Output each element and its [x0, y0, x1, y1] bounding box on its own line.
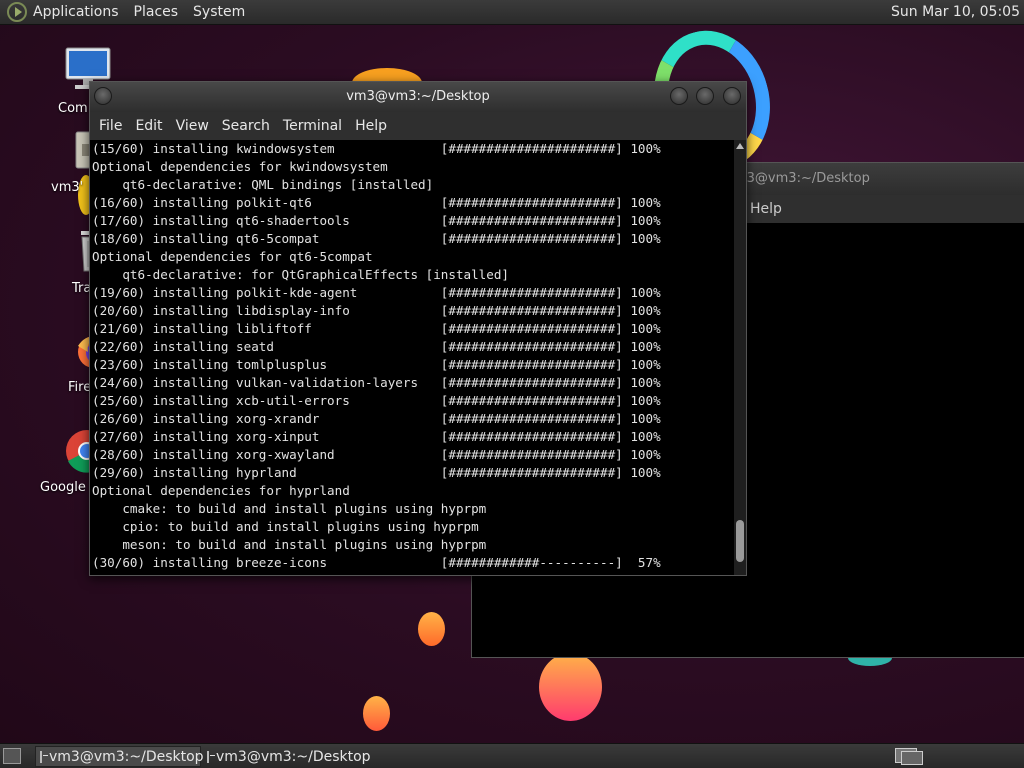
- terminal-window[interactable]: vm3@vm3:~/Desktop File Edit View Search …: [89, 81, 747, 576]
- terminal-line: Optional dependencies for hyprland: [92, 483, 350, 498]
- wallpaper-small-drop: [363, 696, 390, 731]
- clock[interactable]: Sun Mar 10, 05:05: [891, 4, 1020, 20]
- window-titlebar[interactable]: vm3@vm3:~/Desktop: [90, 82, 746, 112]
- terminal-line: (30/60) installing breeze-icons [#######…: [92, 555, 661, 570]
- menu-edit[interactable]: Edit: [135, 118, 162, 134]
- terminal-output-area[interactable]: (15/60) installing kwindowsystem [######…: [90, 140, 734, 575]
- scroll-up-arrow-icon[interactable]: [736, 143, 744, 149]
- terminal-output: (15/60) installing kwindowsystem [######…: [90, 140, 734, 572]
- terminal-line: (17/60) installing qt6-shadertools [####…: [92, 213, 661, 228]
- terminal-line: Optional dependencies for kwindowsystem: [92, 159, 388, 174]
- terminal-line: (20/60) installing libdisplay-info [####…: [92, 303, 661, 318]
- wallpaper-pink-drop: [539, 653, 602, 721]
- menu-terminal[interactable]: Terminal: [283, 118, 342, 134]
- menu-file[interactable]: File: [99, 118, 122, 134]
- terminal-line: (21/60) installing libliftoff [#########…: [92, 321, 661, 336]
- terminal-line: cpio: to build and install plugins using…: [92, 519, 479, 534]
- menu-help[interactable]: Help: [355, 118, 387, 134]
- close-button[interactable]: [723, 87, 741, 105]
- window-title: vm3@vm3:~/Desktop: [346, 89, 490, 104]
- taskbar-item-label: vm3@vm3:~/Desktop: [216, 748, 371, 765]
- terminal-line: cmake: to build and install plugins usin…: [92, 501, 487, 516]
- terminal-line: qt6-declarative: for QtGraphicalEffects …: [92, 267, 510, 282]
- terminal-line: (26/60) installing xorg-xrandr [########…: [92, 411, 661, 426]
- terminal-line: (19/60) installing polkit-kde-agent [###…: [92, 285, 661, 300]
- menu-search[interactable]: Search: [222, 118, 270, 134]
- taskbar-item-label: vm3@vm3:~/Desktop: [49, 748, 204, 765]
- terminal-line: (24/60) installing vulkan-validation-lay…: [92, 375, 661, 390]
- menu-system[interactable]: System: [193, 4, 245, 20]
- terminal-line: (27/60) installing xorg-xinput [########…: [92, 429, 661, 444]
- workspace-switcher[interactable]: [895, 748, 925, 765]
- workspace-2[interactable]: [901, 751, 923, 765]
- terminal-menubar: File Edit View Search Terminal Help: [90, 112, 746, 140]
- menu-applications[interactable]: Applications: [33, 4, 119, 20]
- terminal-line: Optional dependencies for qt6-5compat: [92, 249, 373, 264]
- window-menu-button[interactable]: [94, 87, 112, 105]
- bottom-panel: vm3@vm3:~/Desktop vm3@vm3:~/Desktop: [0, 743, 1024, 768]
- terminal-line: (16/60) installing polkit-qt6 [#########…: [92, 195, 661, 210]
- terminal-line: (15/60) installing kwindowsystem [######…: [92, 141, 661, 156]
- distro-logo-icon[interactable]: [7, 2, 27, 22]
- terminal-line: (18/60) installing qt6-5compat [########…: [92, 231, 661, 246]
- wallpaper-orange-drop: [418, 612, 445, 646]
- show-desktop-icon[interactable]: [3, 748, 21, 764]
- terminal-scrollbar[interactable]: [734, 140, 746, 575]
- minimize-button[interactable]: [670, 87, 688, 105]
- terminal-icon: [207, 750, 215, 763]
- top-panel: Applications Places System Sun Mar 10, 0…: [0, 0, 1024, 25]
- terminal-line: (22/60) installing seatd [##############…: [92, 339, 661, 354]
- terminal-icon: [40, 750, 48, 763]
- terminal-line: (23/60) installing tomlplusplus [#######…: [92, 357, 661, 372]
- menu-view[interactable]: View: [176, 118, 209, 134]
- menu-places[interactable]: Places: [134, 4, 179, 20]
- terminal-line: qt6-declarative: QML bindings [installed…: [92, 177, 434, 192]
- terminal-line: meson: to build and install plugins usin…: [92, 537, 487, 552]
- scrollbar-thumb[interactable]: [736, 520, 744, 562]
- terminal-line: (25/60) installing xcb-util-errors [####…: [92, 393, 661, 408]
- taskbar-item-terminal-2[interactable]: vm3@vm3:~/Desktop: [203, 746, 371, 767]
- taskbar-item-terminal-1[interactable]: vm3@vm3:~/Desktop: [35, 746, 204, 767]
- terminal-line: (29/60) installing hyprland [###########…: [92, 465, 661, 480]
- terminal-line: (28/60) installing xorg-xwayland [######…: [92, 447, 661, 462]
- maximize-button[interactable]: [696, 87, 714, 105]
